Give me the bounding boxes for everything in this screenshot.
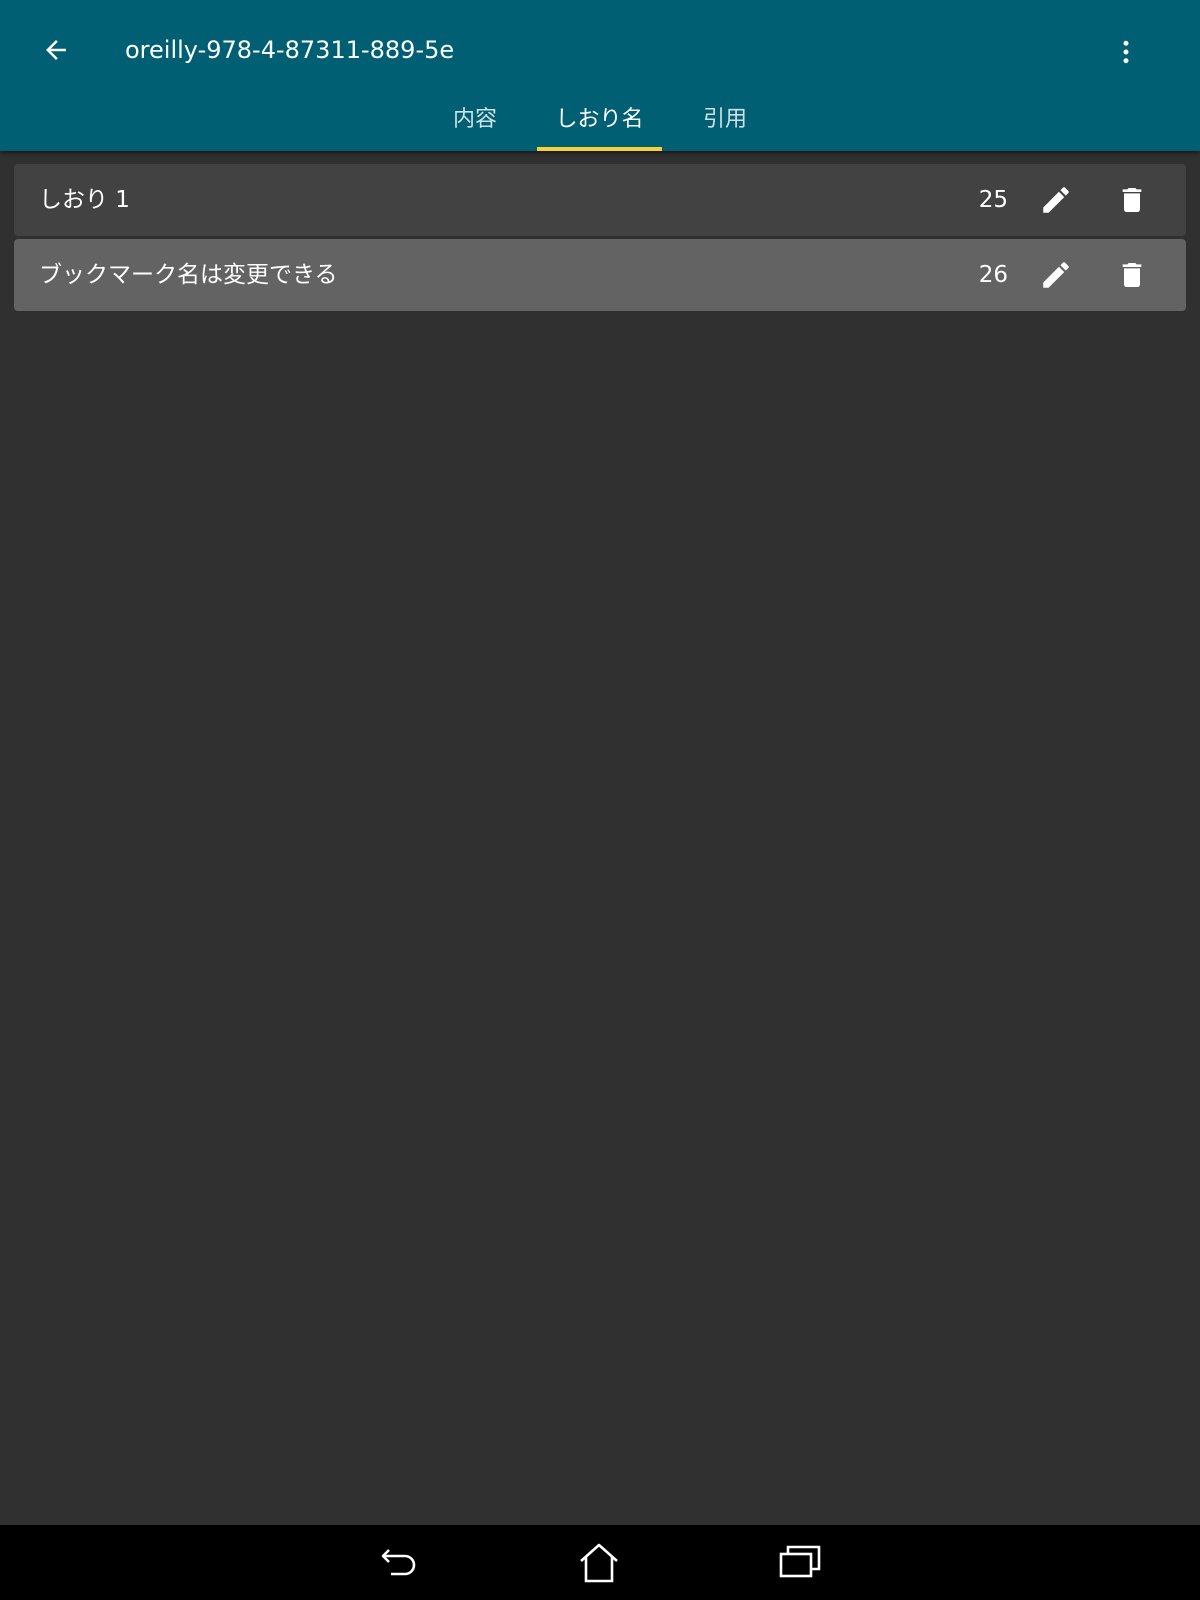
tab-contents[interactable]: 内容 — [425, 96, 525, 151]
trash-icon — [1122, 188, 1142, 212]
bookmark-label: ブックマーク名は変更できる — [39, 262, 338, 288]
edit-bookmark-button[interactable] — [1034, 253, 1078, 297]
bookmark-page-number: 25 — [978, 187, 1008, 213]
system-recents-button[interactable] — [770, 1533, 830, 1593]
bookmark-list: しおり 1 25 ブックマーク名は変更できる 26 — [14, 164, 1186, 314]
app-bar: oreilly-978-4-87311-889-5e 内容 しおり名 引用 — [0, 0, 1200, 151]
tab-bookmark-names[interactable]: しおり名 — [537, 96, 662, 151]
pencil-icon — [1043, 262, 1069, 288]
page-title: oreilly-978-4-87311-889-5e — [125, 36, 455, 64]
system-back-button[interactable] — [370, 1533, 430, 1593]
bookmark-page-number: 26 — [978, 262, 1008, 288]
tab-quotes[interactable]: 引用 — [675, 96, 775, 151]
bookmark-label: しおり 1 — [39, 187, 130, 213]
delete-bookmark-button[interactable] — [1110, 178, 1154, 222]
delete-bookmark-button[interactable] — [1110, 253, 1154, 297]
nav-recents-icon — [779, 1545, 821, 1578]
nav-home-icon — [580, 1543, 618, 1583]
system-navigation-bar — [0, 1525, 1200, 1600]
nav-back-icon — [381, 1549, 416, 1576]
trash-icon — [1122, 263, 1142, 287]
bookmark-row[interactable]: しおり 1 25 — [14, 164, 1186, 236]
edit-bookmark-button[interactable] — [1034, 178, 1078, 222]
arrow-left-icon — [46, 40, 66, 60]
tab-bar: 内容 しおり名 引用 — [0, 96, 1200, 151]
bookmark-row[interactable]: ブックマーク名は変更できる 26 — [14, 239, 1186, 311]
system-home-button[interactable] — [569, 1533, 629, 1593]
pencil-icon — [1043, 187, 1069, 213]
tab-indicator — [537, 147, 662, 151]
overflow-menu-button[interactable] — [1104, 30, 1148, 74]
more-vertical-icon — [1123, 40, 1129, 64]
back-button[interactable] — [34, 28, 78, 72]
